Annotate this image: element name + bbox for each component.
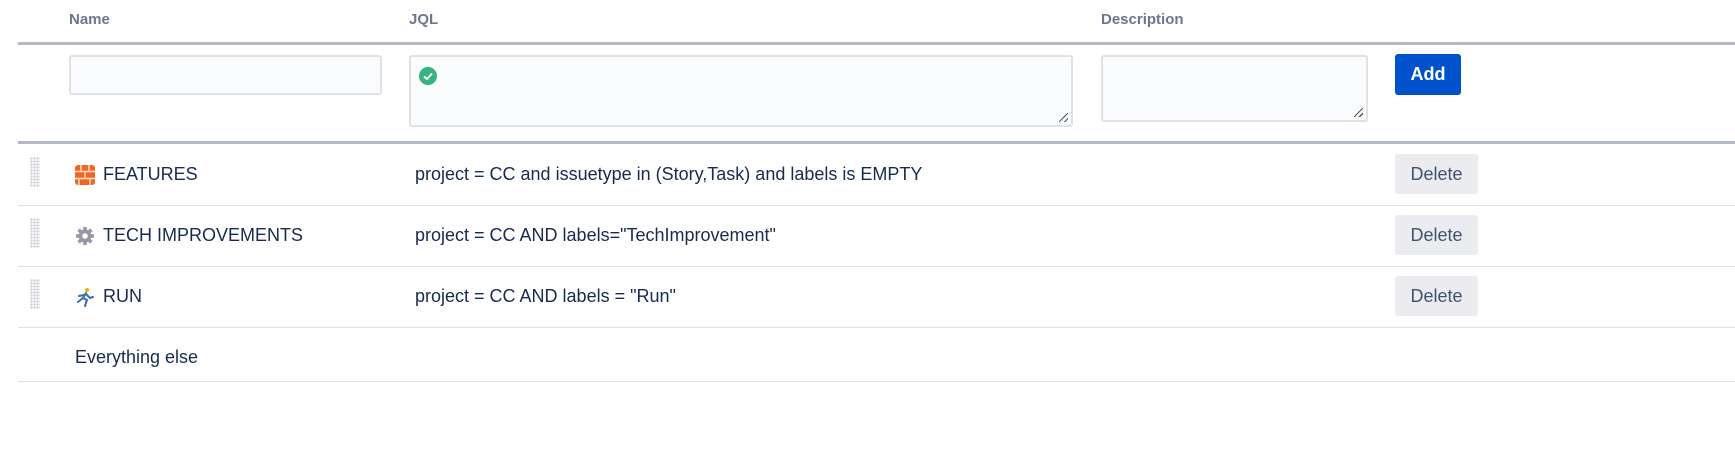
header-jql: JQL	[409, 11, 439, 28]
resize-handle[interactable]	[1354, 108, 1363, 117]
runner-icon	[77, 287, 94, 307]
name-input[interactable]	[69, 55, 382, 95]
description-textarea[interactable]	[1101, 55, 1368, 122]
delete-button[interactable]: Delete	[1395, 154, 1478, 194]
table-row: TECH IMPROVEMENTS project = CC AND label…	[18, 206, 1735, 267]
add-button[interactable]: Add	[1395, 54, 1461, 95]
resize-handle[interactable]	[1059, 113, 1068, 122]
jql-textarea[interactable]	[409, 55, 1073, 127]
header-description: Description	[1101, 11, 1184, 28]
table-header: Name JQL Description	[18, 0, 1735, 45]
table-row: RUN project = CC AND labels = "Run" Dele…	[18, 267, 1735, 328]
check-circle-icon	[419, 67, 437, 85]
row-name: RUN	[103, 286, 142, 306]
row-jql: project = CC AND labels = "Run"	[415, 286, 676, 306]
new-swimlane-row: Add	[18, 45, 1735, 144]
row-name: FEATURES	[103, 164, 198, 184]
row-name: TECH IMPROVEMENTS	[103, 225, 304, 245]
drag-handle[interactable]	[30, 279, 40, 309]
row-jql: project = CC AND labels="TechImprovement…	[415, 225, 776, 245]
row-jql: project = CC and issuetype in (Story,Tas…	[415, 164, 923, 184]
delete-button[interactable]: Delete	[1395, 215, 1478, 255]
header-name: Name	[69, 11, 110, 28]
drag-handle[interactable]	[30, 157, 40, 187]
drag-handle[interactable]	[30, 218, 40, 248]
brick-wall-icon	[75, 164, 95, 185]
gear-icon	[76, 226, 94, 245]
delete-button[interactable]: Delete	[1395, 276, 1478, 316]
row-name: Everything else	[75, 347, 199, 367]
fallback-row: Everything else	[18, 328, 1735, 382]
table-row: FEATURES project = CC and issuetype in (…	[18, 145, 1735, 206]
